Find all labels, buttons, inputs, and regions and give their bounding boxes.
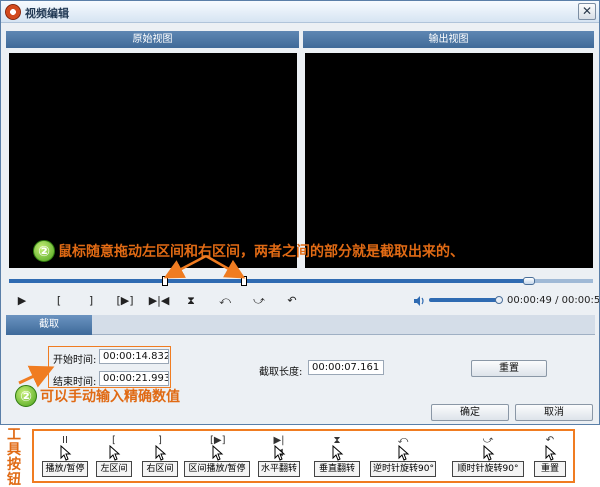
toolbar-legend-label: 水平翻转 — [258, 461, 300, 477]
ok-button[interactable]: 确定 — [431, 404, 509, 421]
input-hint-annotation: ② 可以手动输入精确数值 — [15, 385, 180, 407]
annotation-number: ② — [33, 240, 55, 262]
cursor-icon — [155, 445, 167, 461]
toolbar-legend-item: ] 右区间 — [142, 431, 182, 481]
toolbar-legend-item: ▶|◀水平翻转 — [258, 431, 304, 481]
time-readout: 00:00:49 / 00:00:55 — [507, 295, 600, 306]
flip-vertical-button[interactable]: ⧗ — [180, 292, 202, 310]
arrow-to-time-fields — [18, 365, 55, 388]
flip-horizontal-button[interactable]: ▶|◀ — [148, 292, 170, 310]
toolbar-legend-label: 逆时针旋转90° — [370, 461, 436, 477]
drag-hint-annotation: ② 鼠标随意拖动左区间和右区间，两者之间的部分就是截取出来的、 — [33, 238, 464, 264]
cursor-icon — [332, 445, 344, 461]
mark-in-icon: [ — [56, 294, 62, 307]
toolbar-legend-item: [▶] 区间播放/暂停 — [184, 431, 254, 481]
volume-slider[interactable] — [429, 298, 499, 302]
reset-button[interactable]: ↶ — [281, 292, 303, 310]
toolbar-legend-label: 重置 — [534, 461, 566, 477]
toolbar-legend-item: ⤻ 顺时针旋转90° — [452, 431, 528, 481]
play-range-icon: [▶] — [116, 294, 134, 307]
title-bar: 视频编辑 ✕ — [1, 1, 599, 23]
rotate-cw-icon: ⤻ — [253, 294, 265, 307]
rotate-ccw-button[interactable]: ⤺ — [214, 292, 236, 310]
drag-hint-text: 鼠标随意拖动左区间和右区间，两者之间的部分就是截取出来的、 — [58, 244, 464, 260]
cursor-icon — [483, 445, 495, 461]
reset-button[interactable]: 重置 — [471, 360, 547, 377]
start-time-field[interactable] — [99, 349, 169, 364]
toolbar-legend-item: ⧗ 垂直翻转 — [314, 431, 364, 481]
mark-out-icon: ] — [88, 294, 94, 307]
rotate-cw-button[interactable]: ⤻ — [248, 292, 270, 310]
rotate-ccw-icon: ⤺ — [219, 294, 231, 307]
toolbar-legend-item: ⤺ 逆时针旋转90° — [370, 431, 440, 481]
flip-horizontal-icon: ▶|◀ — [148, 294, 170, 307]
cancel-button[interactable]: 取消 — [515, 404, 593, 421]
toolbar-legend-label: 左区间 — [96, 461, 132, 477]
flip-vertical-icon: ⧗ — [187, 294, 195, 307]
range-end-handle[interactable] — [241, 276, 247, 286]
volume-icon[interactable] — [413, 295, 425, 307]
toolbar-legend-item: [左区间 — [96, 431, 136, 481]
play-button[interactable]: ▶ — [11, 292, 33, 310]
annotation-number: ② — [15, 385, 37, 407]
close-button[interactable]: ✕ — [578, 3, 596, 20]
video-edit-dialog: 视频编辑 ✕ 原始视图 输出视图 ② 鼠标随意拖动左区间和右区间，两者之间的部分… — [0, 0, 600, 425]
toolbar-legend-item: II 播放/暂停 — [42, 431, 92, 481]
cursor-icon — [545, 445, 557, 461]
window-title: 视频编辑 — [25, 7, 69, 20]
original-video-preview — [9, 53, 297, 268]
toolbar-legend-label: 右区间 — [142, 461, 178, 477]
timeline-track[interactable] — [9, 279, 593, 283]
cursor-icon — [212, 445, 224, 461]
volume-thumb[interactable] — [495, 296, 503, 304]
crop-length-label: 截取长度: — [259, 367, 303, 378]
play-icon: ▶ — [17, 294, 27, 307]
toolbar-legend-label: 垂直翻转 — [314, 461, 360, 477]
tab-crop[interactable]: 截取 — [6, 315, 92, 335]
input-hint-text: 可以手动输入精确数值 — [40, 389, 180, 405]
toolbar-legend-label: 播放/暂停 — [42, 461, 88, 477]
reset-icon: ↶ — [287, 294, 297, 307]
play-range-button[interactable]: [▶] — [114, 292, 136, 310]
toolbar-caption: 工具按钮 — [7, 427, 21, 487]
end-time-field[interactable] — [99, 371, 169, 386]
timeline-progress — [9, 279, 529, 283]
output-view-header: 输出视图 — [303, 31, 594, 48]
cursor-icon — [109, 445, 121, 461]
output-video-preview — [305, 53, 593, 268]
range-start-handle[interactable] — [162, 276, 168, 286]
toolbar-legend-label: 区间播放/暂停 — [184, 461, 250, 477]
cursor-icon — [398, 445, 410, 461]
mark-out-button[interactable]: ] — [80, 292, 102, 310]
original-view-header: 原始视图 — [6, 31, 299, 48]
toolbar-legend-label: 顺时针旋转90° — [452, 461, 524, 477]
mark-in-button[interactable]: [ — [48, 292, 70, 310]
crop-length-field — [308, 360, 384, 375]
app-logo-icon — [5, 4, 21, 20]
timeline-thumb[interactable] — [522, 277, 535, 285]
tab-strip: 截取 — [6, 315, 595, 335]
cursor-icon — [274, 445, 286, 461]
toolbar-legend: II播放/暂停[左区间]右区间[▶]区间播放/暂停▶|◀水平翻转⧗垂直翻转⤺逆时… — [32, 429, 575, 483]
toolbar-legend-item: ↶ 重置 — [534, 431, 570, 481]
cursor-icon — [60, 445, 72, 461]
start-time-label: 开始时间: — [53, 355, 97, 366]
